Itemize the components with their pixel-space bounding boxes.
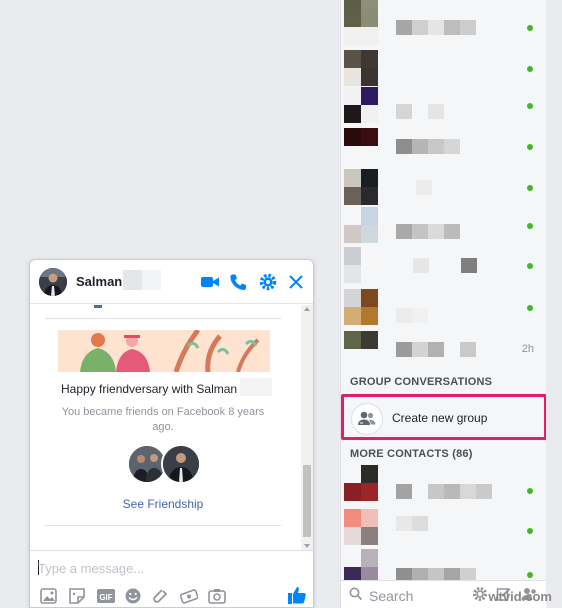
scroll-marker xyxy=(94,305,102,308)
avatar xyxy=(344,50,378,86)
video-camera-icon[interactable] xyxy=(200,272,220,292)
avatar xyxy=(344,465,378,501)
contact-name-blurred xyxy=(396,224,460,239)
attachment-icon[interactable] xyxy=(152,587,170,605)
create-group-label: Create new group xyxy=(392,411,488,425)
contact-name-blurred xyxy=(413,258,477,273)
chat-messages[interactable]: Happy friendversary with Salman You beca… xyxy=(30,305,303,550)
watermark: wtvid.com xyxy=(488,589,552,604)
avatar xyxy=(161,444,201,484)
online-status-icon xyxy=(527,66,533,72)
message-composer: GIF xyxy=(30,550,313,607)
page-scrollbar[interactable] xyxy=(546,0,562,608)
contact-row[interactable] xyxy=(341,49,547,88)
online-status-icon xyxy=(527,223,533,229)
message-input[interactable] xyxy=(38,559,278,577)
avatar xyxy=(344,9,378,45)
contact-row[interactable] xyxy=(341,168,547,207)
avatar xyxy=(344,207,378,243)
camera-icon[interactable] xyxy=(208,587,226,605)
contact-name-blurred xyxy=(396,342,476,357)
name-redaction xyxy=(123,270,161,290)
contact-name-blurred xyxy=(416,180,432,195)
avatar xyxy=(344,128,378,164)
avatar xyxy=(344,509,378,545)
contact-name-blurred xyxy=(396,516,428,531)
avatar xyxy=(344,289,378,325)
close-icon[interactable] xyxy=(286,272,306,292)
online-status-icon xyxy=(527,263,533,269)
avatar xyxy=(344,331,378,367)
gear-icon[interactable] xyxy=(258,272,278,292)
chat-window: Salman Happy friendversary with Salman Y… xyxy=(29,259,314,608)
contact-row[interactable] xyxy=(341,206,547,245)
online-status-icon xyxy=(527,144,533,150)
last-active-time: 2h xyxy=(521,343,534,355)
gif-icon[interactable]: GIF xyxy=(96,587,116,605)
friendversary-illustration xyxy=(58,330,270,372)
divider xyxy=(45,525,281,526)
scroll-down-icon[interactable] xyxy=(304,544,310,548)
contact-row[interactable] xyxy=(341,127,547,166)
online-status-icon xyxy=(527,103,533,109)
online-status-icon xyxy=(527,528,533,534)
gear-icon[interactable] xyxy=(472,586,488,602)
online-status-icon xyxy=(527,572,533,578)
photo-icon[interactable] xyxy=(40,587,58,605)
contact-row[interactable] xyxy=(341,86,547,125)
contact-name-blurred xyxy=(396,104,444,119)
phone-icon[interactable] xyxy=(228,272,248,292)
avatar xyxy=(344,87,378,123)
avatar[interactable] xyxy=(39,268,67,296)
money-icon[interactable] xyxy=(180,587,198,605)
contact-row[interactable] xyxy=(341,288,547,327)
group-add-icon xyxy=(351,403,383,435)
search-icon xyxy=(349,587,363,601)
see-friendship-link[interactable]: See Friendship xyxy=(30,497,296,511)
contact-name-blurred xyxy=(396,308,428,323)
contact-name-blurred xyxy=(396,20,476,35)
avatar xyxy=(344,247,378,283)
divider xyxy=(45,318,281,319)
contact-row[interactable] xyxy=(341,508,547,547)
group-conversations-title: GROUP CONVERSATIONS xyxy=(350,376,493,388)
chat-header[interactable]: Salman xyxy=(30,260,313,304)
contact-name-blurred xyxy=(396,484,492,499)
chat-contact-name[interactable]: Salman xyxy=(76,274,122,289)
name-redaction xyxy=(240,378,272,396)
online-status-icon xyxy=(527,25,533,31)
chat-scroll-thumb[interactable] xyxy=(303,465,311,537)
create-new-group-button[interactable]: Create new group xyxy=(341,394,547,440)
online-status-icon xyxy=(527,185,533,191)
online-status-icon xyxy=(527,305,533,311)
svg-text:GIF: GIF xyxy=(99,593,112,602)
friend-photos xyxy=(127,444,203,484)
emoji-icon[interactable] xyxy=(124,587,142,605)
search-placeholder: Search xyxy=(369,588,414,604)
contacts-sidebar: 2h GROUP CONVERSATIONS Create new group … xyxy=(340,0,547,608)
like-icon[interactable] xyxy=(287,585,307,605)
avatar xyxy=(344,169,378,205)
contact-row[interactable] xyxy=(341,8,547,47)
online-status-icon xyxy=(527,488,533,494)
contact-row[interactable] xyxy=(341,246,547,285)
contact-name-blurred xyxy=(396,139,460,154)
friendversary-subtitle: You became friends on Facebook 8 years a… xyxy=(61,406,265,433)
friendversary-title: Happy friendversary with Salman xyxy=(61,382,238,396)
contact-row[interactable]: 2h xyxy=(341,330,547,369)
chat-scrollbar[interactable] xyxy=(301,305,313,550)
scroll-up-icon[interactable] xyxy=(304,307,310,311)
sticker-icon[interactable] xyxy=(68,587,86,605)
contact-row[interactable] xyxy=(341,464,547,503)
more-contacts-title: MORE CONTACTS (86) xyxy=(350,448,473,460)
